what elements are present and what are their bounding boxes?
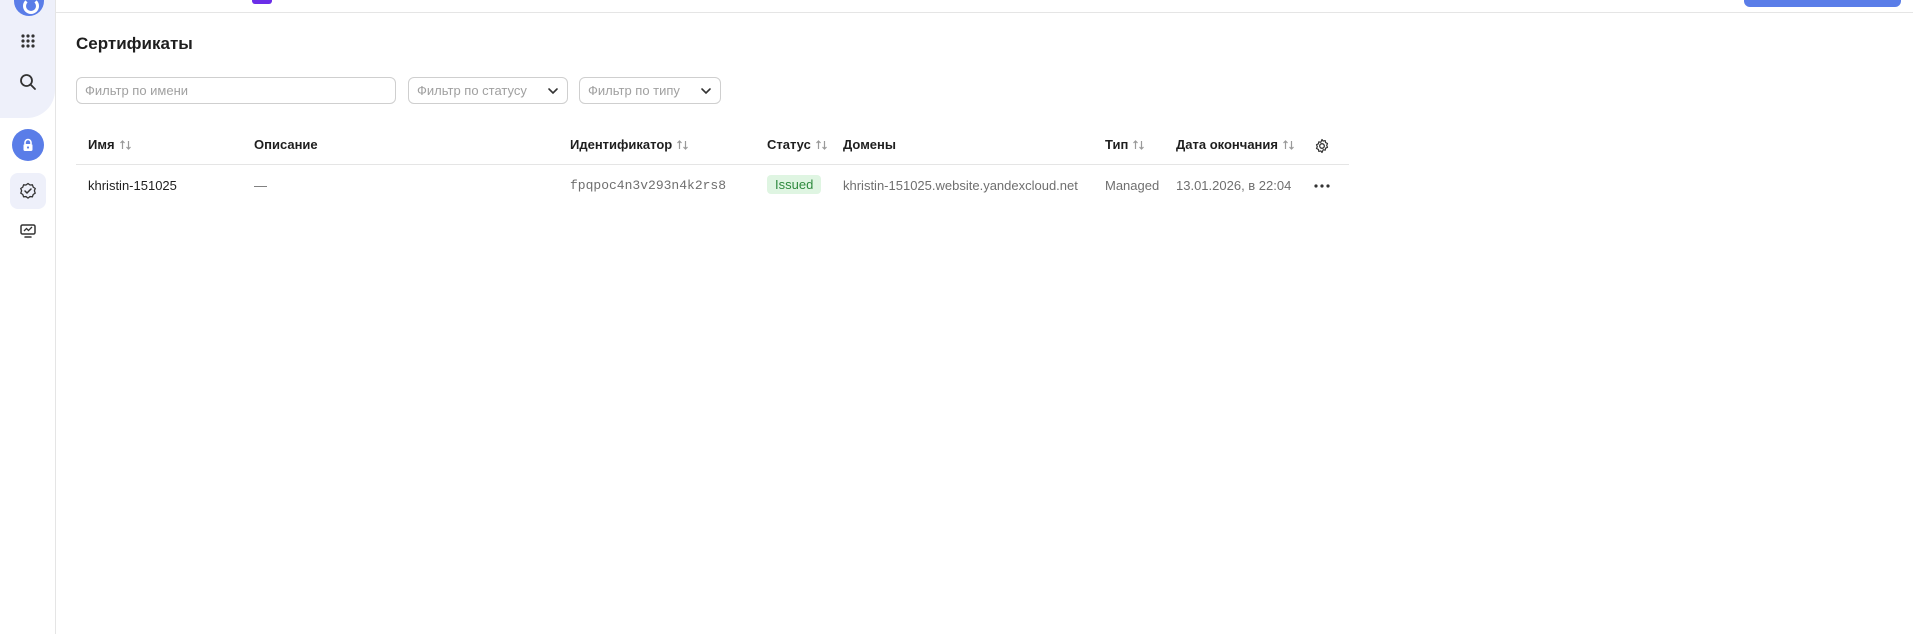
apps-grid-icon[interactable]	[10, 23, 46, 59]
chevron-down-icon	[701, 87, 711, 94]
column-header-type[interactable]: Тип	[1105, 137, 1145, 152]
column-header-name[interactable]: Имя	[88, 137, 132, 152]
gear-icon[interactable]	[1312, 136, 1332, 156]
type-filter-select[interactable]: Фильтр по типу	[579, 77, 721, 104]
sidebar-top-panel	[0, 0, 55, 118]
column-header-domains: Домены	[843, 137, 896, 152]
sort-icon	[677, 139, 689, 150]
column-header-label: Идентификатор	[570, 137, 673, 152]
more-icon[interactable]	[1312, 176, 1332, 196]
column-header-status[interactable]: Статус	[767, 137, 828, 152]
column-header-expiry[interactable]: Дата окончания	[1176, 137, 1295, 152]
status-filter-placeholder: Фильтр по статусу	[417, 83, 527, 98]
sort-icon	[815, 139, 827, 150]
cell-id: fpqpoc4n3v293n4k2rs8	[570, 178, 727, 193]
sort-icon	[119, 139, 131, 150]
column-header-label: Имя	[88, 137, 115, 152]
cell-name[interactable]: khristin-151025	[88, 178, 177, 193]
column-header-description: Описание	[254, 137, 318, 152]
cell-expiry: 13.01.2026, в 22:04	[1176, 178, 1292, 193]
top-bar	[56, 0, 1913, 13]
column-header-label: Тип	[1105, 137, 1129, 152]
column-header-label: Домены	[843, 137, 896, 152]
column-header-label: Статус	[767, 137, 811, 152]
table-header-divider	[76, 164, 1349, 165]
sort-icon	[1283, 139, 1294, 150]
cell-description: —	[254, 178, 267, 193]
column-header-label: Описание	[254, 137, 318, 152]
cell-type: Managed	[1105, 178, 1160, 193]
type-filter-placeholder: Фильтр по типу	[588, 83, 680, 98]
name-filter-input[interactable]	[76, 77, 396, 104]
certificate-icon[interactable]	[10, 173, 46, 209]
lock-icon	[12, 129, 44, 161]
search-icon[interactable]	[10, 64, 46, 100]
sidebar	[0, 0, 56, 634]
certificate-manager-service-icon[interactable]	[10, 127, 46, 163]
column-header-label: Дата окончания	[1176, 137, 1278, 152]
status-badge: Issued	[767, 175, 822, 194]
monitor-icon[interactable]	[10, 213, 46, 249]
create-certificate-button[interactable]	[1744, 0, 1901, 7]
chevron-down-icon	[548, 87, 558, 94]
page-title: Сертификаты	[76, 34, 193, 53]
status-filter-select[interactable]: Фильтр по статусу	[408, 77, 568, 104]
cell-domain: khristin-151025.website.yandexcloud.net	[843, 178, 1078, 193]
sort-icon	[1133, 139, 1145, 150]
column-header-id[interactable]: Идентификатор	[570, 137, 689, 152]
breadcrumb-folder-icon[interactable]	[252, 0, 272, 4]
